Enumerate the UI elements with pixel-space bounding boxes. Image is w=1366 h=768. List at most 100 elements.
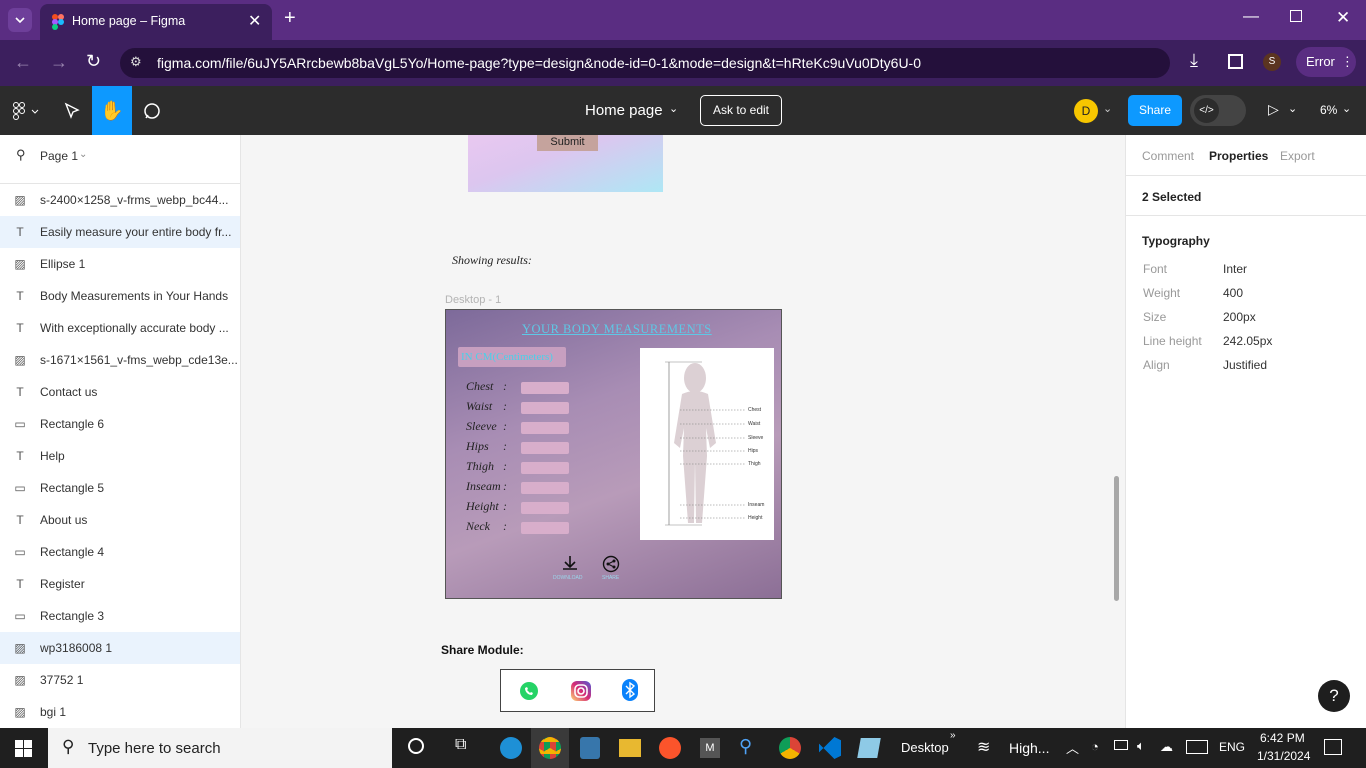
- prop-value[interactable]: 200px: [1223, 310, 1256, 330]
- layer-row[interactable]: ▭ Rectangle 6: [0, 408, 240, 440]
- site-info-icon[interactable]: ⚙: [130, 54, 142, 70]
- prop-value[interactable]: Justified: [1223, 358, 1267, 378]
- layer-row[interactable]: T About us: [0, 504, 240, 536]
- url-bar[interactable]: ⚙ figma.com/file/6uJY5ARrcbewb8baVgL5Yo/…: [120, 48, 1170, 78]
- clock-time[interactable]: 6:42 PM: [1260, 731, 1305, 745]
- measurement-value-box[interactable]: [521, 402, 569, 414]
- zoom-chevron-icon[interactable]: ⌄: [1342, 102, 1351, 115]
- brave-icon[interactable]: [659, 737, 681, 759]
- app-m-icon[interactable]: M: [700, 738, 720, 758]
- task-view-icon[interactable]: ⧉: [455, 736, 466, 754]
- desktop-label[interactable]: Desktop: [901, 740, 949, 755]
- chrome-taskbar-button[interactable]: [531, 728, 569, 768]
- measurement-value-box[interactable]: [521, 382, 569, 394]
- whatsapp-icon[interactable]: [519, 681, 539, 701]
- keyboard-icon[interactable]: [1186, 740, 1208, 754]
- tab-comment[interactable]: Comment: [1142, 149, 1194, 163]
- error-button[interactable]: Error ⋮: [1296, 47, 1356, 77]
- new-tab-icon[interactable]: +: [284, 7, 296, 30]
- notification-icon[interactable]: [1324, 739, 1342, 755]
- file-explorer-icon[interactable]: [619, 739, 641, 757]
- language-label[interactable]: ENG: [1219, 740, 1245, 754]
- present-chevron-icon[interactable]: ⌄: [1288, 102, 1297, 115]
- measurement-value-box[interactable]: [521, 422, 569, 434]
- layer-row[interactable]: T Register: [0, 568, 240, 600]
- tray-chevron-icon[interactable]: ︿: [1066, 738, 1079, 757]
- browser-tab[interactable]: Home page – Figma ✕: [40, 4, 272, 40]
- help-button[interactable]: ?: [1318, 680, 1350, 712]
- layer-row[interactable]: T Body Measurements in Your Hands: [0, 280, 240, 312]
- layer-row[interactable]: ▨ wp3186008 1: [0, 632, 240, 664]
- layer-row[interactable]: T Contact us: [0, 376, 240, 408]
- layer-row[interactable]: ▨ 37752 1: [0, 664, 240, 696]
- canvas-scrollbar[interactable]: [1114, 476, 1119, 601]
- taskbar-search-box[interactable]: ⚲ Type here to search: [48, 728, 392, 768]
- tab-export[interactable]: Export: [1280, 149, 1315, 163]
- share-module-frame[interactable]: [500, 669, 655, 712]
- hand-tool-button[interactable]: ✋: [92, 86, 132, 135]
- layer-row[interactable]: ▨ s-1671×1561_v-fms_webp_cde13e...: [0, 344, 240, 376]
- frame-label[interactable]: Desktop - 1: [445, 294, 501, 306]
- present-icon[interactable]: ▷: [1268, 101, 1279, 118]
- layer-row[interactable]: ▨ s-2400×1258_v-frms_webp_bc44...: [0, 184, 240, 216]
- measurement-value-box[interactable]: [521, 482, 569, 494]
- instagram-icon[interactable]: [570, 680, 592, 702]
- reload-icon[interactable]: ↻: [86, 51, 101, 72]
- download-icon[interactable]: ⤓: [1190, 50, 1198, 71]
- zoom-level[interactable]: 6%: [1320, 103, 1337, 117]
- notepad-icon[interactable]: [857, 738, 881, 758]
- restore-icon[interactable]: [1290, 10, 1302, 22]
- ask-to-edit-button[interactable]: Ask to edit: [700, 95, 782, 126]
- layer-row[interactable]: ▭ Rectangle 3: [0, 600, 240, 632]
- move-tool-icon[interactable]: [64, 102, 80, 120]
- battery-icon[interactable]: [1114, 740, 1128, 750]
- chrome-profile-icon[interactable]: [779, 737, 801, 759]
- close-window-icon[interactable]: ✕: [1336, 8, 1350, 28]
- main-menu-icon[interactable]: [12, 102, 40, 120]
- bluetooth-icon[interactable]: [622, 679, 638, 701]
- measurement-value-box[interactable]: [521, 522, 569, 534]
- cortana-icon[interactable]: [408, 738, 424, 754]
- dev-mode-toggle[interactable]: </>: [1190, 95, 1246, 126]
- measurement-value-box[interactable]: [521, 442, 569, 454]
- prop-value[interactable]: Inter: [1223, 262, 1247, 282]
- share-button[interactable]: Share: [1128, 95, 1182, 126]
- python-icon[interactable]: [580, 737, 600, 759]
- volume-icon[interactable]: 🔈︎: [1137, 738, 1145, 754]
- layer-row[interactable]: ▨ Ellipse 1: [0, 248, 240, 280]
- share-icon[interactable]: [602, 555, 620, 573]
- tab-search-button[interactable]: [8, 8, 32, 32]
- submit-frame[interactable]: Submit: [468, 135, 663, 192]
- profile-avatar[interactable]: S: [1263, 53, 1281, 71]
- layer-row[interactable]: ▭ Rectangle 4: [0, 536, 240, 568]
- minimize-icon[interactable]: —: [1243, 8, 1259, 26]
- measurement-value-box[interactable]: [521, 462, 569, 474]
- file-menu-chevron-icon[interactable]: ⌄: [669, 102, 678, 115]
- layer-row[interactable]: T Easily measure your entire body fr...: [0, 216, 240, 248]
- layer-row[interactable]: ▭ Rectangle 5: [0, 472, 240, 504]
- comment-tool-icon[interactable]: [143, 102, 161, 120]
- edge-icon[interactable]: [500, 737, 522, 759]
- page-selector[interactable]: Page 1: [40, 149, 78, 163]
- download-icon[interactable]: [561, 555, 579, 571]
- forward-icon[interactable]: →: [50, 52, 68, 73]
- users-chevron-icon[interactable]: ⌄: [1103, 102, 1112, 115]
- weather-label[interactable]: High...: [1009, 740, 1049, 756]
- measurement-value-box[interactable]: [521, 502, 569, 514]
- cloud-icon[interactable]: ☁︎: [1160, 739, 1173, 755]
- search-icon[interactable]: ⚲: [16, 147, 26, 163]
- network-icon[interactable]: ◔: [1091, 739, 1099, 754]
- toolbar-expand-icon[interactable]: »: [950, 730, 956, 741]
- user-avatar[interactable]: D: [1074, 99, 1098, 123]
- vscode-icon[interactable]: [819, 737, 841, 759]
- submit-button[interactable]: Submit: [537, 135, 598, 151]
- prop-value[interactable]: 400: [1223, 286, 1243, 306]
- layer-row[interactable]: T With exceptionally accurate body ...: [0, 312, 240, 344]
- tab-properties[interactable]: Properties: [1209, 149, 1268, 163]
- back-icon[interactable]: ←: [14, 52, 32, 73]
- clock-date[interactable]: 1/31/2024: [1257, 749, 1310, 763]
- file-name[interactable]: Home page: [585, 102, 663, 119]
- side-panel-icon[interactable]: [1228, 54, 1243, 69]
- prop-value[interactable]: 242.05px: [1223, 334, 1272, 354]
- layer-row[interactable]: T Help: [0, 440, 240, 472]
